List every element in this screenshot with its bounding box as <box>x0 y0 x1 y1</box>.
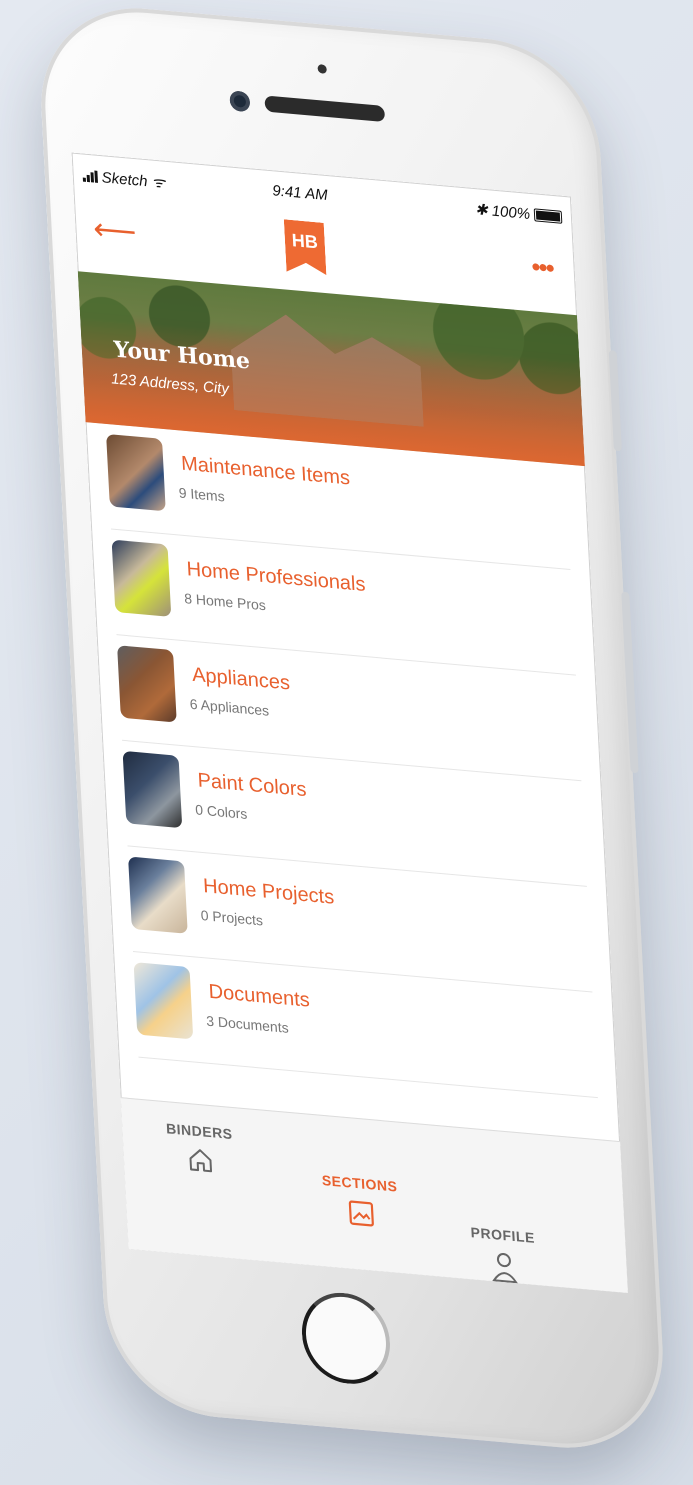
back-arrow-icon[interactable]: ⟵ <box>93 212 138 249</box>
section-count: 0 Projects <box>200 906 264 929</box>
documents-thumbnail <box>133 962 194 1040</box>
proximity-sensor <box>317 64 327 74</box>
section-title: Paint Colors <box>197 769 308 802</box>
volume-button <box>621 591 639 774</box>
battery-percent: 100% <box>491 202 531 223</box>
carrier-name: Sketch <box>101 168 148 190</box>
section-count: 9 Items <box>178 484 225 505</box>
more-options-icon[interactable]: ••• <box>531 251 554 284</box>
tab-label: BINDERS <box>165 1120 233 1143</box>
earpiece <box>264 95 386 123</box>
stage: Sketch ᯤ 9:41 AM ✱ 100% ⟵ HB ••• Your Ho… <box>0 0 693 1485</box>
paint-colors-thumbnail <box>122 750 183 829</box>
professionals-thumbnail <box>111 539 172 617</box>
sections-list: Maintenance Items 9 Items Home Professio… <box>86 422 618 1100</box>
section-count: 6 Appliances <box>189 695 270 719</box>
section-title: Documents <box>208 980 311 1012</box>
section-title: Home Projects <box>202 875 335 909</box>
bluetooth-icon: ✱ <box>474 201 489 220</box>
front-camera <box>229 90 251 113</box>
phone-frame: Sketch ᯤ 9:41 AM ✱ 100% ⟵ HB ••• Your Ho… <box>35 0 669 1457</box>
section-count: 8 Home Pros <box>183 590 267 614</box>
side-button <box>608 350 622 452</box>
tab-profile[interactable]: PROFILE <box>470 1224 537 1289</box>
tab-bar: BINDERS SECTIONS PROFILE <box>120 1097 628 1294</box>
maintenance-thumbnail <box>106 433 166 512</box>
wifi-icon: ᯤ <box>151 173 166 192</box>
tab-sections[interactable]: SECTIONS <box>321 1172 399 1234</box>
app-logo: HB <box>284 219 327 275</box>
home-button[interactable] <box>299 1289 393 1388</box>
tab-label: SECTIONS <box>321 1171 398 1195</box>
battery-icon <box>533 207 563 224</box>
section-title: Appliances <box>191 663 291 695</box>
app-screen: Sketch ᯤ 9:41 AM ✱ 100% ⟵ HB ••• Your Ho… <box>71 152 628 1294</box>
section-count: 3 Documents <box>205 1012 289 1036</box>
appliances-thumbnail <box>117 645 177 723</box>
status-left: Sketch ᯤ <box>82 165 166 192</box>
section-count: 0 Colors <box>194 801 248 822</box>
tab-binders[interactable]: BINDERS <box>166 1120 235 1179</box>
section-title: Maintenance Items <box>180 452 351 490</box>
status-right: ✱ 100% <box>475 200 563 226</box>
home-icon <box>167 1144 235 1179</box>
signal-icon <box>82 170 98 183</box>
image-icon <box>323 1196 400 1234</box>
tab-label: PROFILE <box>470 1224 536 1246</box>
projects-thumbnail <box>128 856 188 934</box>
section-title: Home Professionals <box>186 558 366 597</box>
status-time: 9:41 AM <box>271 182 329 205</box>
person-icon <box>472 1248 538 1289</box>
